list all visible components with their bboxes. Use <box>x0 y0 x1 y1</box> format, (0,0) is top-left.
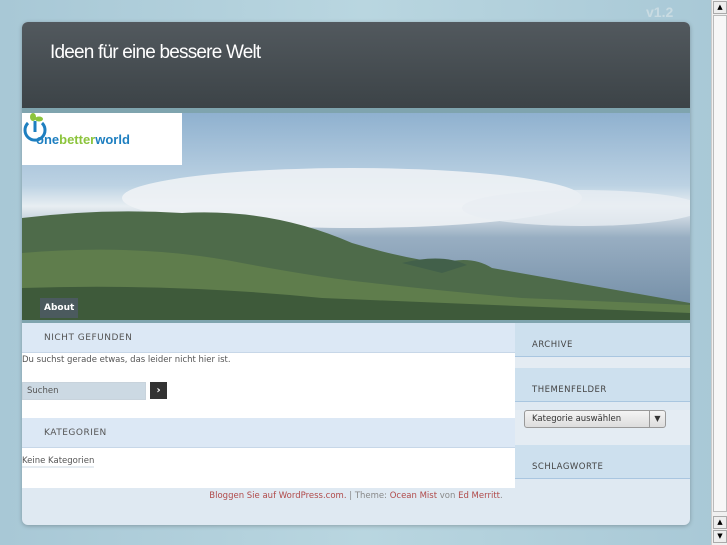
footer: Bloggen Sie auf WordPress.com. | Theme: … <box>22 491 690 501</box>
search-form: › <box>22 378 515 418</box>
scroll-up-button-lower[interactable]: ▲ <box>713 516 727 529</box>
author-link[interactable]: Ed Merritt <box>458 491 500 501</box>
footer-text: | Theme: <box>346 491 390 501</box>
categories-heading: KATEGORIEN <box>22 418 515 448</box>
no-categories-text: Keine Kategorien <box>22 456 95 468</box>
scroll-down-button[interactable]: ▼ <box>713 530 727 543</box>
power-leaf-icon <box>23 113 47 142</box>
vertical-scrollbar[interactable]: ▲ ▲ ▼ <box>711 0 727 545</box>
wordpress-link[interactable]: Bloggen Sie auf WordPress.com. <box>209 491 346 501</box>
scroll-up-button[interactable]: ▲ <box>713 1 727 14</box>
nav-about[interactable]: About <box>40 298 79 318</box>
theme-link[interactable]: Ocean Mist <box>390 491 437 501</box>
not-found-heading: NICHT GEFUNDEN <box>22 323 515 353</box>
content-area: NICHT GEFUNDEN Du suchst gerade etwas, d… <box>22 320 690 525</box>
footer-period: . <box>500 491 503 501</box>
logo[interactable]: onebetterworld <box>22 113 182 165</box>
logo-text: onebetterworld <box>36 131 130 147</box>
category-select-value: Kategorie auswählen <box>532 414 622 424</box>
spacer <box>515 357 690 368</box>
topics-widget: Kategorie auswählen ▼ <box>515 410 690 445</box>
footer-text-by: von <box>437 491 459 501</box>
topics-heading: THEMENFELDER <box>515 368 690 402</box>
main-column: NICHT GEFUNDEN Du suchst gerade etwas, d… <box>22 323 515 488</box>
scrollbar-thumb[interactable] <box>713 15 727 512</box>
header-image: onebetterworld About <box>22 113 690 320</box>
page-container: Ideen für eine bessere Welt onebetterwor… <box>22 22 690 525</box>
chevron-down-icon: ▼ <box>649 411 665 427</box>
version-label: v1.2 <box>646 4 674 20</box>
site-title[interactable]: Ideen für eine bessere Welt <box>50 42 261 64</box>
not-found-text: Du suchst gerade etwas, das leider nicht… <box>22 355 231 365</box>
search-input[interactable] <box>22 382 146 400</box>
category-select[interactable]: Kategorie auswählen ▼ <box>524 410 666 428</box>
sidebar: ARCHIVE THEMENFELDER Kategorie auswählen… <box>515 323 690 479</box>
search-button[interactable]: › <box>150 382 167 399</box>
site-header: Ideen für eine bessere Welt <box>22 22 690 108</box>
tags-heading: SCHLAGWORTE <box>515 445 690 479</box>
archive-heading: ARCHIVE <box>515 323 690 357</box>
